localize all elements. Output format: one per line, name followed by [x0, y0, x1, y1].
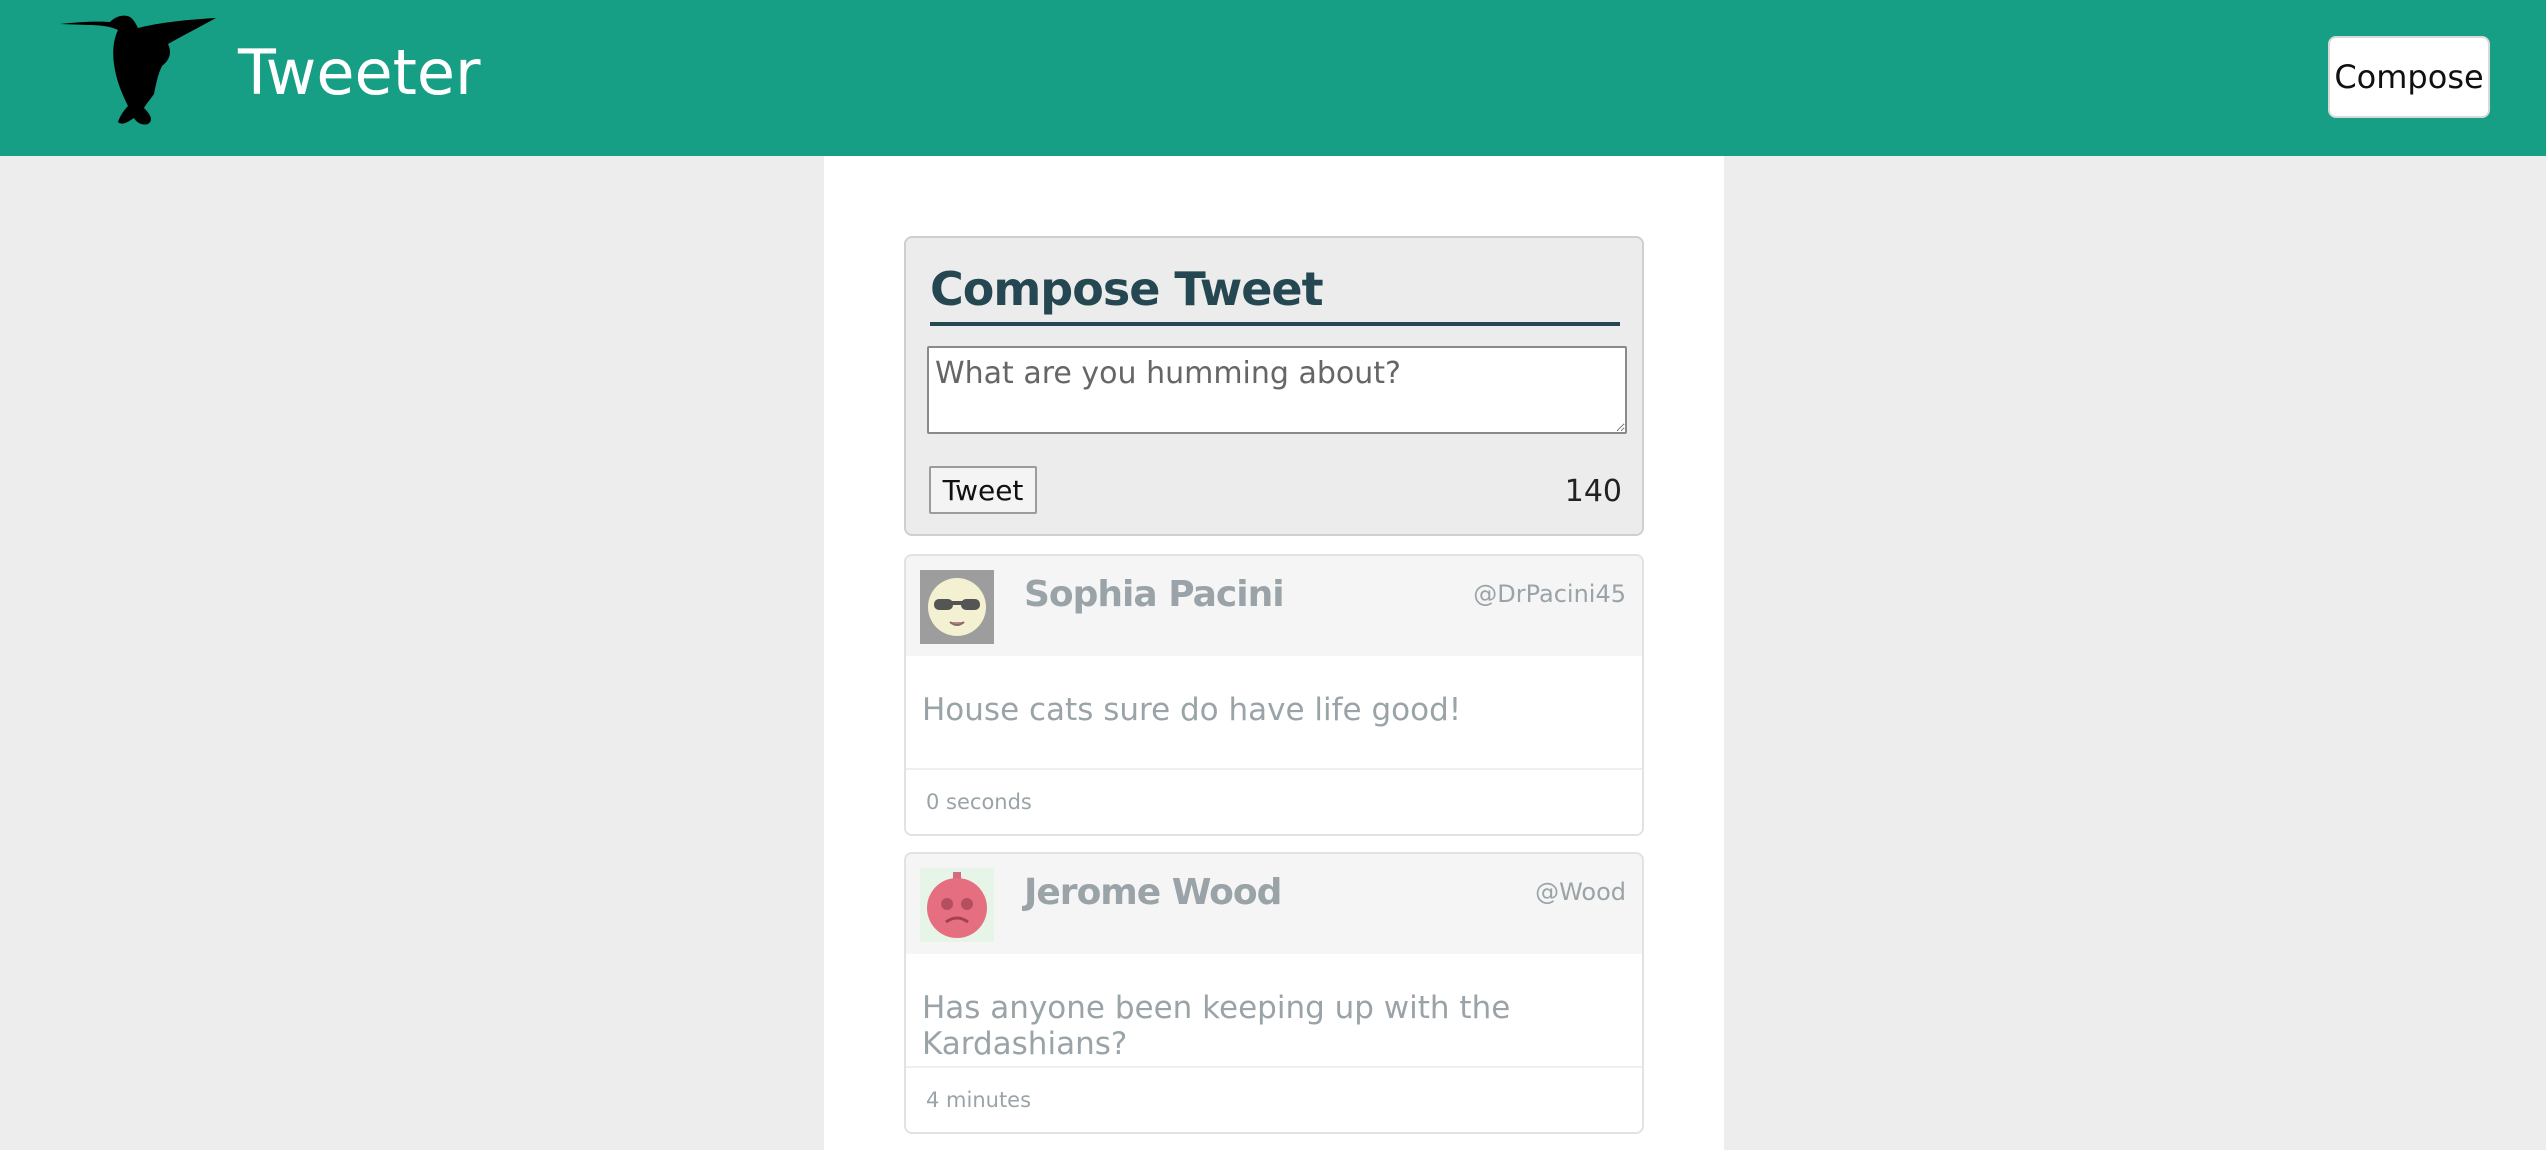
- red-ornament-avatar-icon: [920, 868, 994, 942]
- tweet-submit-button[interactable]: Tweet: [929, 466, 1037, 514]
- brand-title: Tweeter: [238, 36, 481, 109]
- main-content: Compose Tweet Tweet 140 Sophia Pacini @D…: [824, 156, 1724, 1150]
- tweet-author-handle: @Wood: [1535, 878, 1626, 906]
- tweet-timestamp: 4 minutes: [926, 1088, 1032, 1112]
- tweet-header: Jerome Wood @Wood: [906, 854, 1642, 954]
- compose-button[interactable]: Compose: [2328, 36, 2490, 118]
- compose-tweet-title: Compose Tweet: [930, 262, 1620, 326]
- tweet-timestamp: 0 seconds: [926, 790, 1032, 814]
- tweet-author-handle: @DrPacini45: [1473, 580, 1626, 608]
- top-nav: Tweeter Compose: [0, 0, 2546, 156]
- tweet-author-name: Jerome Wood: [1024, 872, 1282, 913]
- compose-tweet-panel: Compose Tweet Tweet 140: [904, 236, 1644, 536]
- character-counter: 140: [1564, 474, 1622, 509]
- tweet-card: Jerome Wood @Wood Has anyone been keepin…: [904, 852, 1644, 1134]
- hummingbird-icon: [60, 15, 216, 125]
- tweet-text: Has anyone been keeping up with the Kard…: [922, 990, 1511, 1062]
- tweet-footer: 4 minutes: [906, 1066, 1642, 1132]
- tweet-input[interactable]: [927, 346, 1627, 434]
- tweet-text: House cats sure do have life good!: [922, 692, 1462, 728]
- tweet-header: Sophia Pacini @DrPacini45: [906, 556, 1642, 656]
- tweet-card: Sophia Pacini @DrPacini45 House cats sur…: [904, 554, 1644, 836]
- tweet-footer: 0 seconds: [906, 768, 1642, 834]
- sunglasses-avatar-icon: [920, 570, 994, 644]
- tweet-author-name: Sophia Pacini: [1024, 574, 1285, 615]
